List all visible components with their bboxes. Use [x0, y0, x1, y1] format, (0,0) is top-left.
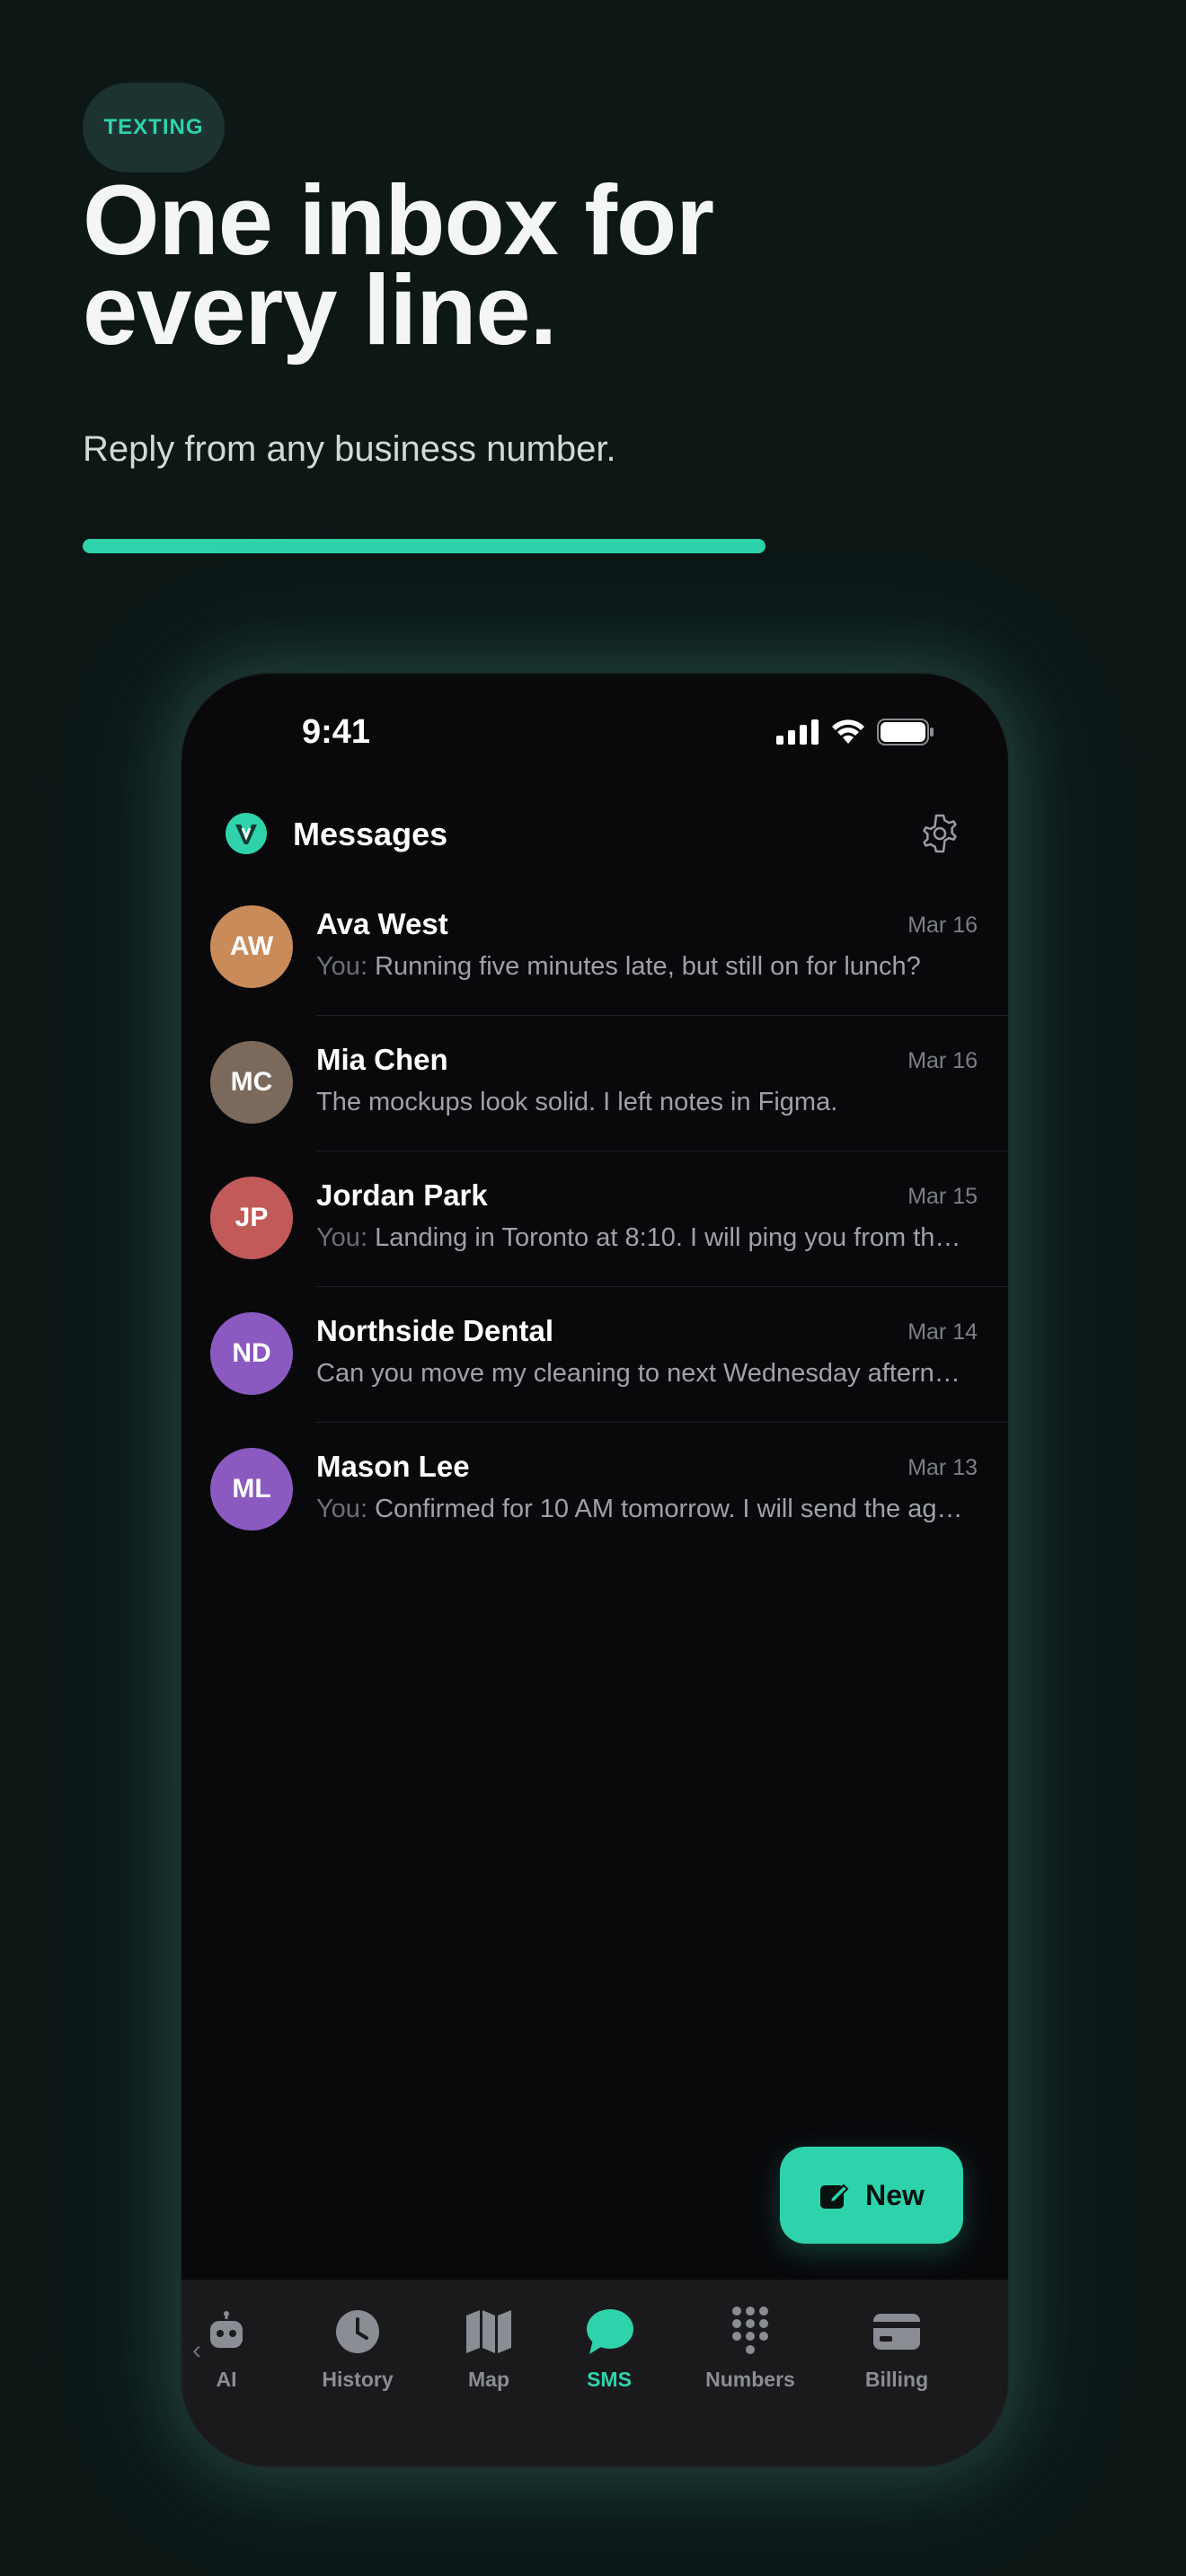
tab-map[interactable]: Map — [421, 2305, 556, 2392]
subheadline: Reply from any business number. — [83, 429, 616, 469]
tab-bar: ‹ AI History Map SMS Numbers Billing — [181, 2280, 1008, 2466]
conversation-row[interactable]: JP Jordan Park Mar 15 You: Landing in To… — [181, 1151, 1008, 1287]
message-preview: Can you move my cleaning to next Wednesd… — [316, 1359, 972, 1389]
conversation-row[interactable]: AW Ava West Mar 16 You: Running five min… — [181, 880, 1008, 1016]
headline-line-2: every line. — [83, 255, 557, 366]
message-preview: You: Landing in Toronto at 8:10. I will … — [316, 1223, 972, 1253]
message-preview: The mockups look solid. I left notes in … — [316, 1088, 972, 1117]
message-preview: You: Running five minutes late, but stil… — [316, 952, 972, 982]
avatar: JP — [210, 1177, 293, 1259]
accent-bar — [83, 539, 766, 553]
robot-icon — [181, 2305, 294, 2359]
contact-name: Northside Dental — [316, 1314, 554, 1347]
conversation-row[interactable]: ND Northside Dental Mar 14 Can you move … — [181, 1287, 1008, 1423]
message-date: Mar 14 — [907, 1319, 978, 1345]
map-icon — [421, 2305, 556, 2359]
new-button-label: New — [865, 2178, 925, 2211]
new-message-button[interactable]: New — [780, 2147, 963, 2244]
phone-frame: 9:41 Messages AW Ava West Mar 16 You: Ru… — [180, 672, 1010, 2468]
tab-sms[interactable]: SMS — [542, 2305, 677, 2392]
status-bar: 9:41 — [181, 674, 1008, 790]
tab-label: Billing — [864, 2368, 929, 2391]
battery-icon — [877, 719, 934, 745]
you-prefix: You: — [316, 1223, 376, 1252]
avatar: AW — [210, 905, 293, 988]
contact-name: Mia Chen — [316, 1043, 448, 1076]
tab-numbers[interactable]: Numbers — [683, 2305, 818, 2392]
you-prefix: You: — [316, 1495, 376, 1523]
message-preview: You: Confirmed for 10 AM tomorrow. I wil… — [316, 1495, 972, 1524]
tab-ai[interactable]: AI — [181, 2305, 294, 2392]
preview-text: Landing in Toronto at 8:10. I will ping … — [375, 1223, 972, 1252]
avatar: MC — [210, 1041, 293, 1124]
tab-history[interactable]: History — [290, 2305, 425, 2392]
chat-bubble-icon — [542, 2305, 677, 2359]
preview-text: Can you move my cleaning to next Wednesd… — [316, 1359, 972, 1388]
headline-line-1: One inbox for — [83, 165, 714, 276]
signal-icon — [776, 719, 819, 745]
tab-label: Map — [468, 2368, 509, 2391]
compose-icon — [820, 2183, 849, 2209]
tab-label: History — [322, 2368, 394, 2391]
section-badge: TEXTING — [83, 83, 225, 172]
avatar: ND — [210, 1312, 293, 1395]
contact-name: Jordan Park — [316, 1178, 488, 1212]
message-date: Mar 16 — [907, 913, 978, 938]
app-header: Messages — [181, 790, 1008, 880]
clock-icon — [290, 2305, 425, 2359]
gear-icon[interactable] — [916, 810, 963, 857]
contact-name: Ava West — [316, 907, 448, 940]
page-title: Messages — [293, 816, 448, 852]
headline: One inbox for every line. — [83, 165, 891, 366]
preview-text: Confirmed for 10 AM tomorrow. I will sen… — [375, 1495, 972, 1523]
tab-billing[interactable]: Billing — [829, 2305, 964, 2392]
status-icons — [776, 719, 934, 745]
preview-text: The mockups look solid. I left notes in … — [316, 1088, 838, 1116]
tab-label: AI — [216, 2368, 237, 2391]
preview-text: Running five minutes late, but still on … — [375, 952, 921, 981]
avatar: ML — [210, 1448, 293, 1531]
status-time: 9:41 — [302, 713, 371, 751]
contact-name: Mason Lee — [316, 1450, 470, 1483]
wifi-icon — [832, 719, 864, 744]
dialpad-icon — [683, 2305, 818, 2359]
app-logo-icon — [226, 813, 267, 854]
tab-label: SMS — [587, 2368, 632, 2391]
message-date: Mar 16 — [907, 1048, 978, 1073]
conversation-list: AW Ava West Mar 16 You: Running five min… — [181, 880, 1008, 1558]
you-prefix: You: — [316, 952, 376, 981]
card-icon — [829, 2305, 964, 2359]
tab-label: Numbers — [705, 2368, 795, 2391]
message-date: Mar 13 — [907, 1455, 978, 1480]
message-date: Mar 15 — [907, 1184, 978, 1209]
conversation-row[interactable]: MC Mia Chen Mar 16 The mockups look soli… — [181, 1016, 1008, 1151]
conversation-row[interactable]: ML Mason Lee Mar 13 You: Confirmed for 1… — [181, 1423, 1008, 1558]
